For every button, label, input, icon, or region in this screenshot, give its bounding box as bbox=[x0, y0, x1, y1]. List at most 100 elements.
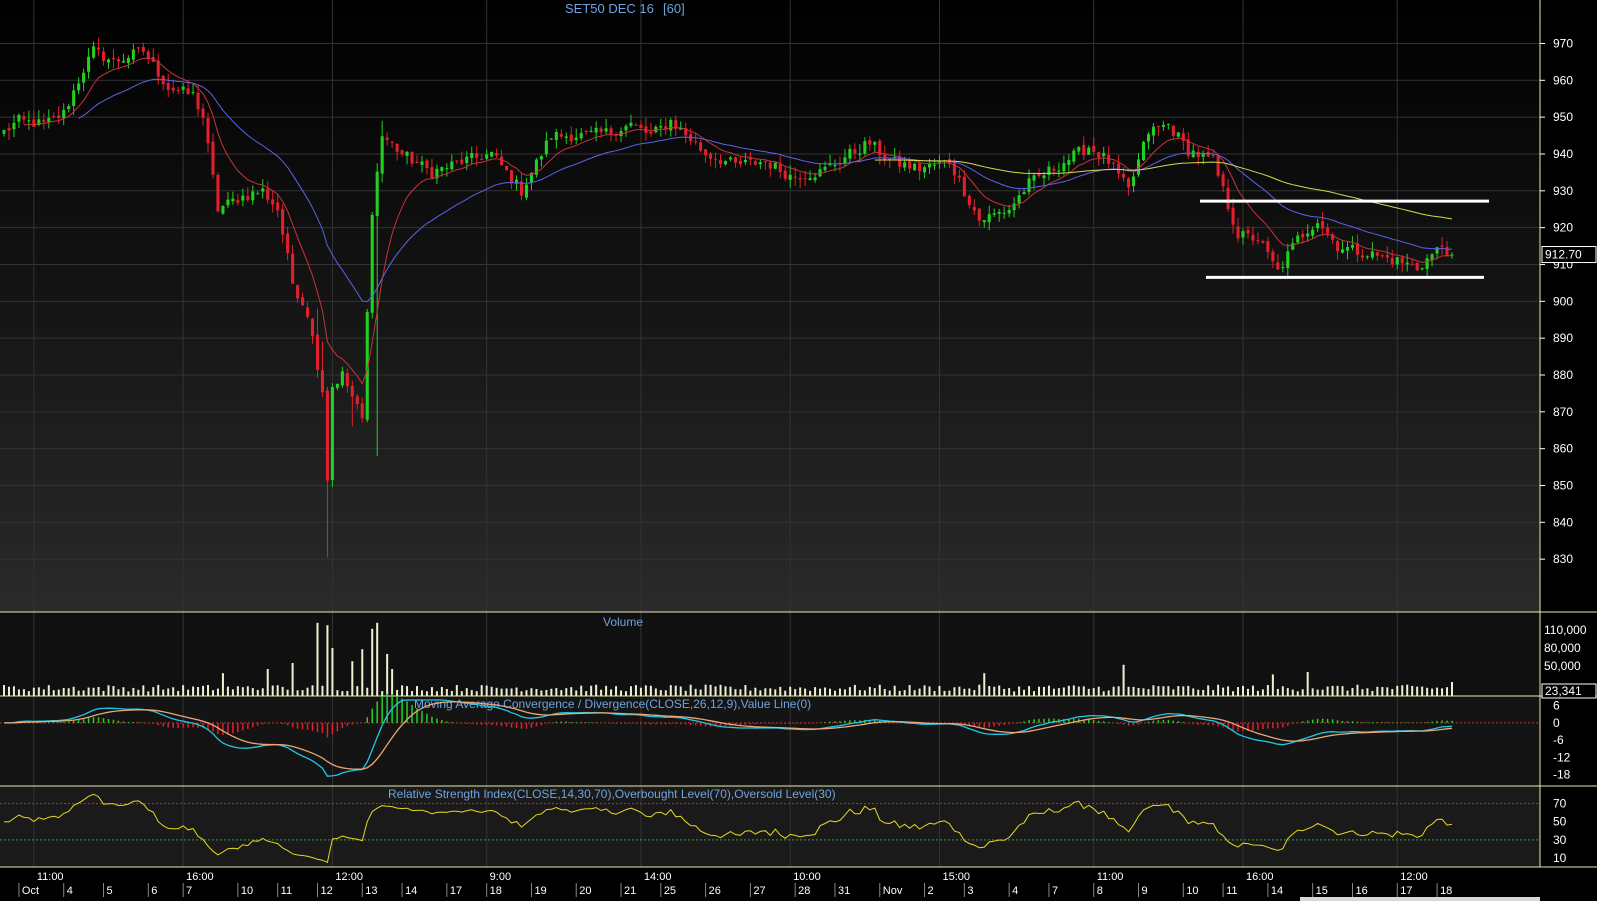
volume-bar bbox=[291, 663, 294, 696]
volume-bar bbox=[1411, 685, 1414, 696]
volume-bar bbox=[545, 689, 548, 696]
candle-body bbox=[803, 178, 807, 180]
volume-bar bbox=[216, 688, 219, 696]
candle-body bbox=[1117, 163, 1121, 174]
volume-bar bbox=[42, 689, 45, 696]
volume-bar bbox=[629, 686, 632, 696]
volume-bar bbox=[241, 687, 244, 696]
candle-body bbox=[27, 120, 31, 122]
volume-bar bbox=[172, 687, 175, 696]
date-tick-label: 28 bbox=[798, 885, 810, 897]
volume-bar bbox=[1042, 686, 1045, 696]
volume-bar bbox=[943, 690, 946, 696]
stock-chart[interactable]: SET50 DEC 16 [60] 8308408508608708808909… bbox=[0, 0, 1597, 901]
volume-bar bbox=[1067, 685, 1070, 696]
volume-bar bbox=[684, 690, 687, 696]
volume-bar bbox=[281, 686, 284, 696]
candle-body bbox=[1211, 154, 1215, 157]
volume-title: Volume bbox=[603, 615, 643, 629]
volume-bar bbox=[908, 685, 911, 696]
candle-body bbox=[305, 307, 310, 317]
volume-bar bbox=[1366, 688, 1369, 696]
candle-body bbox=[1122, 173, 1126, 178]
volume-bar bbox=[555, 688, 558, 696]
candle-body bbox=[699, 142, 703, 151]
candle-body bbox=[251, 191, 255, 201]
candle-body bbox=[908, 161, 912, 169]
candle-body bbox=[649, 131, 653, 134]
candle-body bbox=[704, 149, 708, 156]
candle-body bbox=[385, 137, 389, 141]
rsi-tick-label: 70 bbox=[1553, 797, 1567, 811]
date-tick-label: 27 bbox=[753, 885, 765, 897]
candle-body bbox=[758, 162, 762, 165]
candle-body bbox=[1146, 134, 1151, 142]
date-tick-label: 25 bbox=[664, 885, 676, 897]
time-tick-label: 11:00 bbox=[37, 871, 64, 883]
candle-body bbox=[380, 136, 384, 174]
volume-bar bbox=[102, 690, 105, 696]
candle-body bbox=[281, 209, 285, 235]
candle-body bbox=[485, 154, 489, 159]
date-tick-label: Nov bbox=[883, 885, 903, 897]
volume-bar bbox=[913, 690, 916, 696]
date-tick-label: 19 bbox=[534, 885, 546, 897]
candle-body bbox=[500, 156, 504, 166]
volume-bar bbox=[779, 686, 782, 696]
volume-bar bbox=[565, 688, 568, 696]
price-tick-label: 840 bbox=[1553, 515, 1573, 529]
candle-body bbox=[1067, 160, 1071, 165]
volume-bar bbox=[560, 690, 563, 696]
candle-body bbox=[913, 163, 917, 171]
horizontal-scrollbar[interactable] bbox=[1300, 897, 1540, 901]
volume-bar bbox=[162, 689, 165, 696]
volume-bar bbox=[649, 685, 652, 696]
volume-bar bbox=[406, 686, 409, 696]
volume-bar bbox=[356, 686, 359, 696]
candle-body bbox=[997, 212, 1001, 214]
volume-bar bbox=[883, 688, 886, 696]
volume-bar bbox=[809, 690, 812, 696]
volume-bar bbox=[1441, 688, 1444, 696]
volume-bar bbox=[231, 689, 234, 696]
volume-bar bbox=[1107, 690, 1110, 696]
volume-bar bbox=[764, 688, 767, 696]
candle-body bbox=[256, 193, 260, 195]
date-tick-label: 26 bbox=[709, 885, 721, 897]
volume-bar bbox=[624, 691, 627, 696]
candle-body bbox=[97, 47, 101, 50]
volume-bar bbox=[600, 689, 603, 696]
date-tick-label: 21 bbox=[624, 885, 636, 897]
volume-bar bbox=[1381, 687, 1384, 696]
volume-bar bbox=[286, 689, 289, 696]
volume-bar bbox=[634, 685, 637, 696]
candle-body bbox=[455, 160, 459, 162]
candle-body bbox=[723, 160, 728, 165]
candle-body bbox=[1191, 150, 1195, 158]
candle-body bbox=[768, 162, 772, 169]
candle-body bbox=[146, 51, 150, 60]
volume-bar bbox=[490, 686, 493, 696]
volume-bar bbox=[1316, 689, 1319, 696]
candle-body bbox=[1087, 147, 1091, 155]
volume-bar bbox=[1187, 685, 1190, 696]
price-tick-label: 960 bbox=[1553, 73, 1573, 87]
volume-bar bbox=[1008, 688, 1011, 696]
volume-bar bbox=[898, 690, 901, 696]
volume-bar bbox=[1013, 691, 1016, 696]
volume-bar bbox=[1396, 685, 1399, 696]
volume-bar bbox=[167, 688, 170, 696]
volume-bar bbox=[739, 689, 742, 696]
volume-bar bbox=[605, 685, 608, 696]
candle-body bbox=[629, 122, 633, 126]
candle-body bbox=[569, 134, 573, 142]
candle-body bbox=[858, 153, 862, 155]
candle-body bbox=[1296, 235, 1300, 243]
candle-body bbox=[1336, 241, 1340, 252]
volume-bar bbox=[590, 685, 593, 696]
candle-body bbox=[669, 120, 673, 131]
candle-body bbox=[1301, 234, 1305, 238]
volume-bar bbox=[430, 687, 433, 696]
date-tick-label: 10 bbox=[1186, 885, 1198, 897]
candle-body bbox=[1430, 254, 1434, 260]
